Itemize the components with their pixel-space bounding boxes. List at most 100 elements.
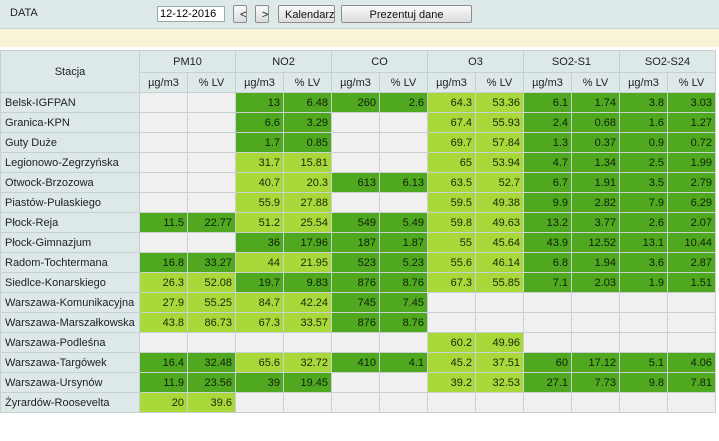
empty-cell [475, 292, 524, 313]
value-cell: 33.27 [187, 252, 236, 273]
unit-header: % LV [187, 72, 236, 93]
unit-header: % LV [283, 72, 332, 93]
unit-header: µg/m3 [139, 72, 188, 93]
value-cell: 65.6 [235, 352, 284, 373]
value-cell: 2.03 [571, 272, 620, 293]
value-cell: 16.8 [139, 252, 188, 273]
empty-cell [139, 92, 188, 113]
value-cell: 16.4 [139, 352, 188, 373]
value-cell: 6.48 [283, 92, 332, 113]
value-cell: 27.88 [283, 192, 332, 213]
empty-cell [379, 132, 428, 153]
pollutant-header: O3 [427, 50, 524, 73]
value-cell: 10.44 [667, 232, 716, 253]
value-cell: 187 [331, 232, 380, 253]
value-cell: 49.38 [475, 192, 524, 213]
value-cell: 0.37 [571, 132, 620, 153]
value-cell: 84.7 [235, 292, 284, 313]
value-cell: 59.5 [427, 192, 476, 213]
empty-cell [571, 292, 620, 313]
empty-cell [187, 152, 236, 173]
value-cell: 2.6 [379, 92, 428, 113]
table-row: Guty Duże 1.7 0.85 69.7 57.84 1.3 0.37 0.9 0.72 [0, 132, 716, 153]
value-cell: 1.6 [619, 112, 668, 133]
next-day-button[interactable]: > [255, 5, 269, 23]
date-input[interactable] [157, 6, 225, 22]
table-row: Żyrardów-Roosevelta 20 39.6 [0, 392, 716, 413]
value-cell: 32.53 [475, 372, 524, 393]
station-name: Granica-KPN [0, 112, 140, 133]
value-cell: 52.7 [475, 172, 524, 193]
empty-cell [379, 112, 428, 133]
value-cell: 1.99 [667, 152, 716, 173]
value-cell: 7.1 [523, 272, 572, 293]
value-cell: 1.34 [571, 152, 620, 173]
empty-cell [523, 292, 572, 313]
value-cell: 67.4 [427, 112, 476, 133]
date-label: DATA [10, 7, 38, 19]
value-cell: 745 [331, 292, 380, 313]
station-name: Piastów-Pułaskiego [0, 192, 140, 213]
value-cell: 1.74 [571, 92, 620, 113]
empty-cell [523, 332, 572, 353]
present-data-button[interactable]: Prezentuj dane [341, 5, 472, 23]
value-cell: 410 [331, 352, 380, 373]
empty-cell [619, 332, 668, 353]
value-cell: 32.48 [187, 352, 236, 373]
value-cell: 67.3 [427, 272, 476, 293]
station-name: Płock-Reja [0, 212, 140, 233]
value-cell: 43.9 [523, 232, 572, 253]
unit-header: µg/m3 [331, 72, 380, 93]
value-cell: 40.7 [235, 172, 284, 193]
unit-header: µg/m3 [619, 72, 668, 93]
empty-cell [571, 312, 620, 333]
value-cell: 0.9 [619, 132, 668, 153]
value-cell: 2.79 [667, 172, 716, 193]
value-cell: 1.7 [235, 132, 284, 153]
pollutant-header: SO2-S1 [523, 50, 620, 73]
value-cell: 1.9 [619, 272, 668, 293]
table-row: Granica-KPN 6.6 3.29 67.4 55.93 2.4 0.68 1.6 1.2… [0, 112, 716, 133]
unit-header: % LV [667, 72, 716, 93]
previous-day-button[interactable]: < [233, 5, 247, 23]
pollutant-header: SO2-S24 [619, 50, 716, 73]
empty-cell [619, 292, 668, 313]
table-row: Warszawa-Podleśna 60.2 49.96 [0, 332, 716, 353]
value-cell: 39.2 [427, 372, 476, 393]
value-cell: 2.4 [523, 112, 572, 133]
station-name: Warszawa-Ursynów [0, 372, 140, 393]
header-row-pollutants: Stacja PM10 NO2 CO O3 SO2-S1 SO2-S24 [0, 50, 716, 93]
empty-cell [187, 192, 236, 213]
station-name: Warszawa-Marszałkowska [0, 312, 140, 333]
value-cell: 49.96 [475, 332, 524, 353]
value-cell: 55.25 [187, 292, 236, 313]
value-cell: 55.6 [427, 252, 476, 273]
value-cell: 67.3 [235, 312, 284, 333]
value-cell: 7.81 [667, 372, 716, 393]
value-cell: 1.51 [667, 272, 716, 293]
value-cell: 4.7 [523, 152, 572, 173]
empty-cell [235, 392, 284, 413]
measurement-table: Stacja PM10 NO2 CO O3 SO2-S1 SO2-S24 µg/m3% L… [0, 50, 716, 413]
value-cell: 2.82 [571, 192, 620, 213]
calendar-button[interactable]: Kalendarz [278, 5, 335, 23]
value-cell: 43.8 [139, 312, 188, 333]
value-cell: 19.45 [283, 372, 332, 393]
value-cell: 17.96 [283, 232, 332, 253]
value-cell: 46.14 [475, 252, 524, 273]
value-cell: 55.93 [475, 112, 524, 133]
value-cell: 26.3 [139, 272, 188, 293]
value-cell: 613 [331, 172, 380, 193]
table-row: Płock-Reja 11.5 22.77 51.2 25.54 549 5.49 59.8 4… [0, 212, 716, 233]
value-cell: 53.36 [475, 92, 524, 113]
value-cell: 0.68 [571, 112, 620, 133]
value-cell: 17.12 [571, 352, 620, 373]
empty-cell [667, 332, 716, 353]
station-name: Płock-Gimnazjum [0, 232, 140, 253]
value-cell: 69.7 [427, 132, 476, 153]
pollutant-header: CO [331, 50, 428, 73]
value-cell: 33.57 [283, 312, 332, 333]
value-cell: 6.13 [379, 172, 428, 193]
value-cell: 523 [331, 252, 380, 273]
value-cell: 3.6 [619, 252, 668, 273]
